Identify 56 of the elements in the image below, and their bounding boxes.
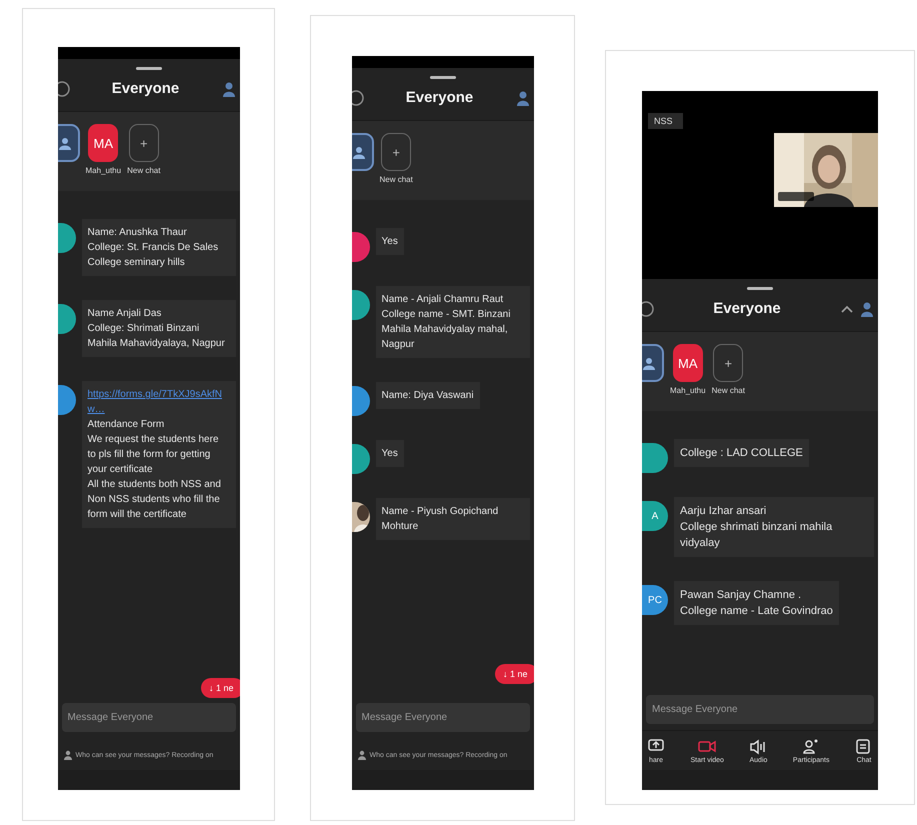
message-text: College: St. Francis De Sales College seminary hills (88, 241, 220, 270)
contact-name: Mah_uthu (86, 166, 122, 175)
contact-name: New chat (127, 166, 160, 175)
message-text: College shrimati binzani mahila vidyalay (680, 520, 834, 551)
sender-avatar: A (642, 501, 668, 531)
message-link[interactable]: https://forms.gle/7TkXJ9sAkfNw… (88, 387, 230, 417)
meeting-label: NSS (648, 113, 683, 129)
contact-avatar[interactable] (352, 133, 374, 171)
new-messages-button[interactable]: ↓ 1 ne (200, 678, 240, 698)
contact-avatar[interactable] (642, 344, 664, 382)
message-text: College name - Late Govindrao (680, 604, 833, 619)
message-text: College : LAD COLLEGE (680, 446, 803, 461)
chat-title: Everyone (110, 80, 180, 97)
message-text: Attendance Form (88, 418, 166, 432)
group-icon (352, 145, 366, 159)
person-icon[interactable] (860, 300, 874, 316)
contact-avatar[interactable]: MA (672, 344, 703, 382)
message-text: Name: Anushka Thaur (88, 226, 188, 240)
contact-name: New chat (380, 175, 413, 184)
message-text: Aarju Izhar ansari (680, 504, 768, 519)
message-field[interactable]: Message Everyone (356, 703, 530, 732)
message-text: We request the students here to pls fill the form for getting your certificate (88, 433, 220, 477)
contact-name: Mah_uthu (670, 386, 706, 395)
contact-avatar[interactable]: + (128, 124, 159, 162)
chat-title: Everyone (404, 89, 474, 106)
message-field[interactable]: Message Everyone (646, 695, 874, 724)
contact-name: New chat (712, 386, 745, 395)
message-field[interactable]: Message Everyone (62, 703, 236, 732)
message-text: Yes (382, 447, 398, 461)
message-text: Yes (382, 235, 398, 249)
message-text: Name - Anjali Chamru Raut (382, 293, 504, 307)
group-icon (58, 136, 72, 150)
message-text: Name Anjali Das (88, 307, 162, 321)
person-icon[interactable] (516, 90, 530, 106)
drag-handle[interactable] (747, 287, 773, 290)
sender-avatar: PC (642, 585, 668, 615)
contact-avatar[interactable]: MA (88, 124, 118, 162)
chevron-up-icon[interactable] (840, 304, 854, 314)
person-icon (64, 750, 72, 760)
new-messages-button[interactable]: ↓ 1 ne (494, 664, 534, 684)
name-tag (778, 192, 814, 201)
message-text: College name - SMT. Binzani Mahila Mahavidyalay mahal, Nagpur (382, 308, 512, 352)
contact-avatar[interactable]: + (381, 133, 412, 171)
contact-avatar[interactable]: + (713, 344, 744, 382)
message-text: Name - Piyush Gopichand Mohture (382, 505, 500, 534)
message-text: Name: Diya Vaswani (382, 389, 474, 403)
message-text: Pawan Sanjay Chamne . (680, 588, 802, 603)
contact-avatar[interactable] (58, 124, 80, 162)
message-text: All the students both NSS and Non NSS students who fill the form will the certificate (88, 478, 222, 522)
person-icon[interactable] (222, 80, 236, 96)
message-text: College: Shrimati Binzani Mahila Mahavidyalaya, Nagpur (88, 322, 226, 351)
drag-handle[interactable] (430, 76, 456, 79)
group-icon (642, 356, 656, 370)
chat-title: Everyone (712, 300, 782, 317)
drag-handle[interactable] (136, 67, 162, 70)
person-icon (358, 750, 366, 760)
